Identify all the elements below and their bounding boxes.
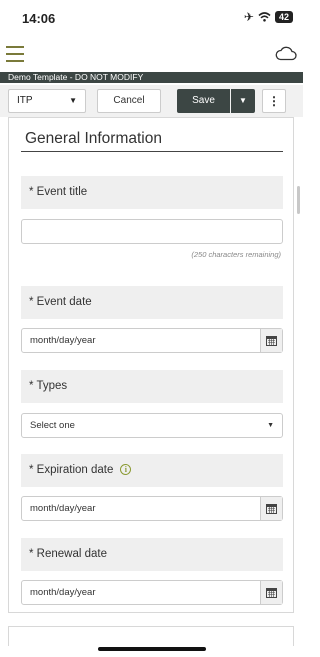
- status-icons: ✈ 42: [244, 10, 293, 24]
- expiration-date-input[interactable]: month/day/year: [21, 496, 283, 521]
- expiration-date-label: * Expiration date i: [21, 454, 283, 487]
- renewal-date-input[interactable]: month/day/year: [21, 580, 283, 605]
- hamburger-icon[interactable]: [6, 46, 24, 62]
- home-indicator: [98, 647, 206, 651]
- types-select-value: Select one: [30, 420, 75, 431]
- general-information-card: General Information * Event title (250 c…: [8, 117, 294, 613]
- save-button[interactable]: Save: [177, 89, 230, 113]
- battery-indicator: 42: [274, 11, 293, 23]
- section-divider: [21, 151, 283, 152]
- more-options-button[interactable]: ⋮: [262, 89, 286, 113]
- event-date-placeholder: month/day/year: [30, 335, 96, 346]
- event-date-input[interactable]: month/day/year: [21, 328, 283, 353]
- characters-remaining: (250 characters remaining): [191, 250, 281, 259]
- caret-down-icon: ▼: [267, 422, 274, 429]
- form-toolbar: ITP ▼ Cancel Save ▼ ⋮: [0, 85, 303, 117]
- event-title-label: * Event title: [21, 176, 283, 209]
- section-title: General Information: [25, 130, 162, 147]
- expiration-date-label-text: * Expiration date: [29, 464, 114, 476]
- event-title-input[interactable]: [21, 219, 283, 244]
- info-icon[interactable]: i: [120, 464, 132, 475]
- template-title-bar: Demo Template - DO NOT MODIFY: [0, 72, 303, 83]
- next-section-card: [8, 626, 294, 646]
- status-time: 14:06: [22, 11, 56, 26]
- caret-down-icon: ▼: [239, 96, 247, 105]
- airplane-icon: ✈: [243, 10, 254, 24]
- caret-down-icon: ▼: [69, 96, 77, 105]
- calendar-icon: [266, 336, 277, 346]
- calendar-button[interactable]: [260, 497, 282, 520]
- itp-select-value: ITP: [17, 95, 33, 106]
- status-bar: 14:06 ✈ 42: [0, 0, 303, 38]
- cloud-icon[interactable]: [275, 45, 297, 61]
- event-date-label: * Event date: [21, 286, 283, 319]
- wifi-icon: [258, 12, 271, 22]
- renewal-date-label: * Renewal date: [21, 538, 283, 571]
- itp-select[interactable]: ITP ▼: [8, 89, 86, 113]
- save-options-button[interactable]: ▼: [231, 89, 255, 113]
- cancel-button[interactable]: Cancel: [97, 89, 161, 113]
- scrollbar-thumb[interactable]: [297, 186, 300, 214]
- types-label: * Types: [21, 370, 283, 403]
- renewal-date-placeholder: month/day/year: [30, 587, 96, 598]
- calendar-button[interactable]: [260, 329, 282, 352]
- types-select[interactable]: Select one ▼: [21, 413, 283, 438]
- calendar-icon: [266, 504, 277, 514]
- expiration-date-placeholder: month/day/year: [30, 503, 96, 514]
- calendar-icon: [266, 588, 277, 598]
- app-header: [0, 38, 303, 72]
- calendar-button[interactable]: [260, 581, 282, 604]
- template-title: Demo Template - DO NOT MODIFY: [8, 72, 144, 82]
